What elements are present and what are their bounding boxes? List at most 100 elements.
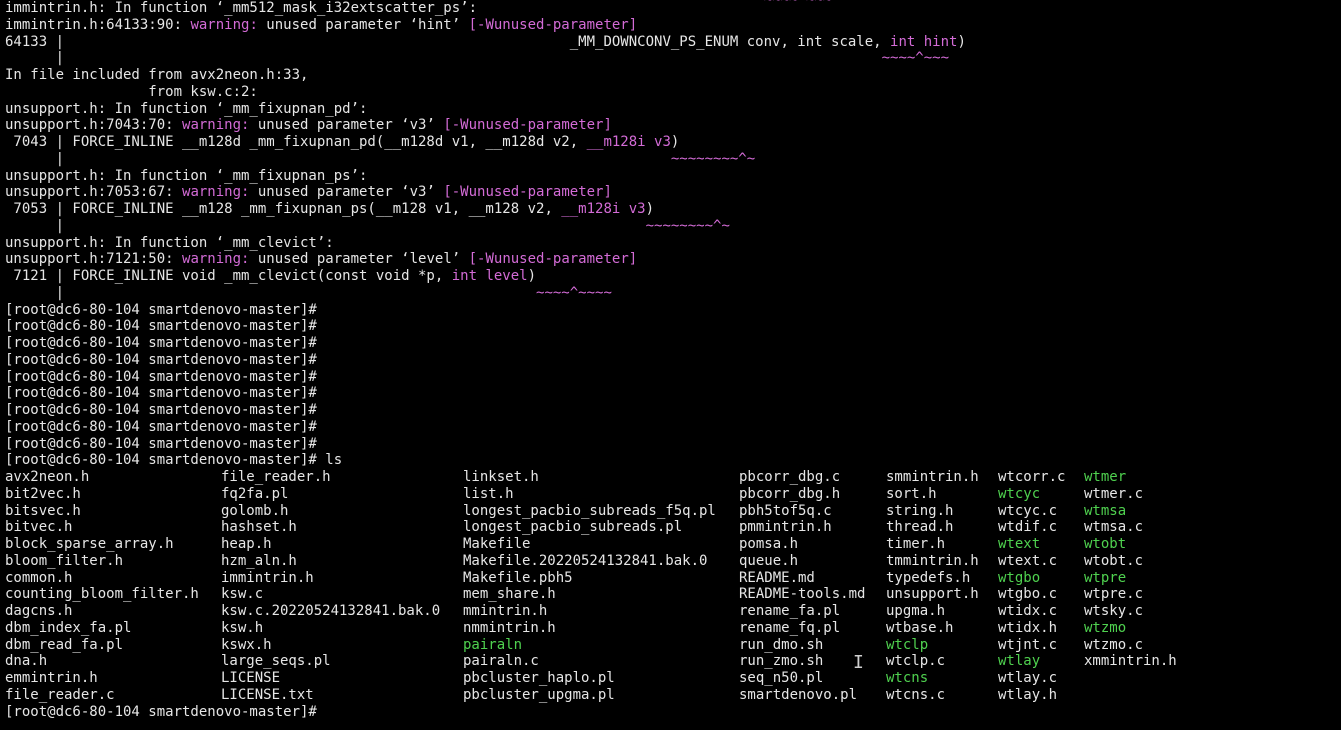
terminal-line: | ~~~~^~~~ <box>5 50 1341 67</box>
terminal-line: immintrin.h: In function ‘_mm512_mask_i3… <box>5 0 1341 17</box>
file-entry: avx2neon.h <box>5 469 90 485</box>
ls-listing: avx2neon.h file_reader.h linkset.h pbcorr_d… <box>5 469 1341 704</box>
file-entry: hashset.h <box>221 519 297 536</box>
line-text: unsupport.h: In function ‘_mm_fixupnan_p… <box>5 100 368 117</box>
file-entry: run_zmo.sh <box>739 653 824 670</box>
terminal-line: 64133 | _MM_DOWNCONV_PS_ENUM conv, int s… <box>5 34 1341 51</box>
text-cursor-icon: I <box>853 652 864 673</box>
line-text: unused parameter ‘v3’ <box>249 117 444 134</box>
line-text: [root@dc6-80-104 smartdenovo-master]# <box>5 318 317 335</box>
file-entry: common.h <box>5 569 73 586</box>
file-entry: thread.h <box>886 519 954 536</box>
terminal-line: from ksw.c:2: <box>5 84 1341 101</box>
file-entry: rename_fa.pl <box>739 603 841 619</box>
line-text: 7043 | FORCE_INLINE __m128d _mm_fixupnan… <box>5 134 587 150</box>
terminal-window[interactable]: ~~~~ ~~~ immintrin.h: In function ‘_mm51… <box>0 0 1341 730</box>
executable-file: wtzmo <box>1084 619 1127 636</box>
file-entry: nmmintrin.h <box>463 619 556 636</box>
warning-flag: [-Wunused-parameter] <box>468 16 638 33</box>
file-entry: immintrin.h <box>221 569 314 586</box>
file-entry: longest_pacbio_subreads_f5q.pl <box>463 502 716 519</box>
file-entry: rename_fq.pl <box>739 619 841 636</box>
file-entry: emmintrin.h <box>5 670 98 686</box>
file-entry: longest_pacbio_subreads.pl <box>463 519 683 536</box>
line-text: [root@dc6-80-104 smartdenovo-master]# <box>5 385 317 402</box>
file-entry: bloom_filter.h <box>5 552 124 569</box>
executable-file: wtlay <box>998 653 1041 670</box>
file-entry: mmintrin.h <box>463 603 548 619</box>
line-text: [root@dc6-80-104 smartdenovo-master]# <box>5 368 317 385</box>
file-entry: unsupport.h <box>886 586 979 603</box>
executable-file: wtobt <box>1084 536 1127 552</box>
file-entry: large_seqs.pl <box>221 653 331 670</box>
ls-row: common.h immintrin.h Makefile.pbh5 README.m… <box>5 570 1341 587</box>
line-text: ) <box>645 201 655 217</box>
file-entry: wtmsa.c <box>1084 519 1144 536</box>
ls-row: dagcns.h ksw.c.20220524132841.bak.0 mmintr… <box>5 603 1341 620</box>
line-text: unsupport.h:7121:50: <box>5 251 183 268</box>
warning-label: warning: <box>182 184 250 201</box>
terminal-line: 7053 | FORCE_INLINE __m128 _mm_fixupnan_… <box>5 201 1341 218</box>
file-entry: dagcns.h <box>5 603 73 619</box>
file-entry: pbcluster_haplo.pl <box>463 670 615 686</box>
line-text: __m128i v3 <box>561 201 646 217</box>
line-text: unsupport.h:7043:70: <box>5 117 183 134</box>
file-entry: LICENSE.txt <box>221 686 314 703</box>
line-text: [root@dc6-80-104 smartdenovo-master]# <box>5 335 317 351</box>
top-caret-marker: ~~~~ ~~~ <box>764 0 832 8</box>
file-entry: pbh5tof5q.c <box>739 502 832 519</box>
line-text: [root@dc6-80-104 smartdenovo-master]# <box>5 351 317 368</box>
line-text: unsupport.h: In function ‘_mm_fixupnan_p… <box>5 167 368 184</box>
file-entry: wtzmo.c <box>1084 636 1144 653</box>
file-entry: ksw.h <box>221 619 264 636</box>
file-entry: wtsky.c <box>1084 603 1144 619</box>
warning-flag: [-Wunused-parameter] <box>443 117 612 134</box>
terminal-line: [root@dc6-80-104 smartdenovo-master]# <box>5 318 1341 335</box>
ls-row: bloom_filter.h hzm_aln.h Makefile.20220524… <box>5 553 1341 570</box>
file-entry: counting_bloom_filter.h <box>5 586 199 603</box>
caret-marker: ~~~~~~~~^~ <box>645 217 730 234</box>
ls-row: file_reader.c LICENSE.txt pbcluster_upgma.… <box>5 687 1341 704</box>
file-entry: smmintrin.h <box>886 469 979 485</box>
line-text: [root@dc6-80-104 smartdenovo-master]# <box>5 301 317 318</box>
line-text: ) <box>527 268 537 284</box>
terminal-line: unsupport.h: In function ‘_mm_fixupnan_p… <box>5 101 1341 118</box>
file-entry: wtlay.c <box>998 670 1058 686</box>
file-entry: wtpre.c <box>1084 586 1144 603</box>
executable-file: wtpre <box>1084 569 1127 586</box>
caret-marker: ~~~~^~~~ <box>881 50 950 67</box>
line-text: unused parameter ‘hint’ <box>257 16 469 33</box>
executable-file: wtmer <box>1084 469 1127 485</box>
file-entry: tmmintrin.h <box>886 552 979 569</box>
terminal-line: unsupport.h: In function ‘_mm_clevict’: <box>5 235 1341 252</box>
file-entry: ksw.c.20220524132841.bak.0 <box>221 603 441 619</box>
terminal-line: 7121 | FORCE_INLINE void _mm_clevict(con… <box>5 268 1341 285</box>
file-entry: Makefile.pbh5 <box>463 569 573 586</box>
terminal-line: immintrin.h:64133:90: warning: unused pa… <box>5 17 1341 34</box>
executable-file: wtext <box>998 536 1041 552</box>
executable-file: wtclp <box>886 636 929 653</box>
file-entry: dbm_read_fa.pl <box>5 636 124 653</box>
line-text: 64133 | _MM_DOWNCONV_PS_ENUM conv, int s… <box>5 33 891 50</box>
file-entry: wtcyc.c <box>998 502 1058 519</box>
line-text: __m128i v3 <box>586 134 671 150</box>
ls-row: block_sparse_array.h heap.h Makefile pomsa.… <box>5 536 1341 553</box>
terminal-line: | ~~~~^~~~~ <box>5 285 1341 302</box>
terminal-line: | ~~~~~~~~^~ <box>5 151 1341 168</box>
final-prompt-line[interactable]: [root@dc6-80-104 smartdenovo-master]# <box>5 704 1341 721</box>
terminal-line: | ~~~~~~~~^~ <box>5 218 1341 235</box>
file-entry: file_reader.c <box>5 686 115 703</box>
line-text: 7053 | FORCE_INLINE __m128 _mm_fixupnan_… <box>5 201 562 217</box>
file-entry: upgma.h <box>886 603 946 619</box>
line-text: ) <box>670 134 680 150</box>
line-text: int hint <box>890 33 958 50</box>
file-entry: dna.h <box>5 653 48 670</box>
file-entry: wtclp.c <box>886 653 946 670</box>
terminal-line: In file included from avx2neon.h:33, <box>5 67 1341 84</box>
file-entry: wtdif.c <box>998 519 1058 536</box>
line-text: In file included from avx2neon.h:33, <box>5 67 309 83</box>
line-text: [root@dc6-80-104 smartdenovo-master]# <box>5 435 317 452</box>
warning-label: warning: <box>182 117 250 134</box>
file-entry: wtobt.c <box>1084 552 1144 569</box>
file-entry: README-tools.md <box>739 586 866 603</box>
